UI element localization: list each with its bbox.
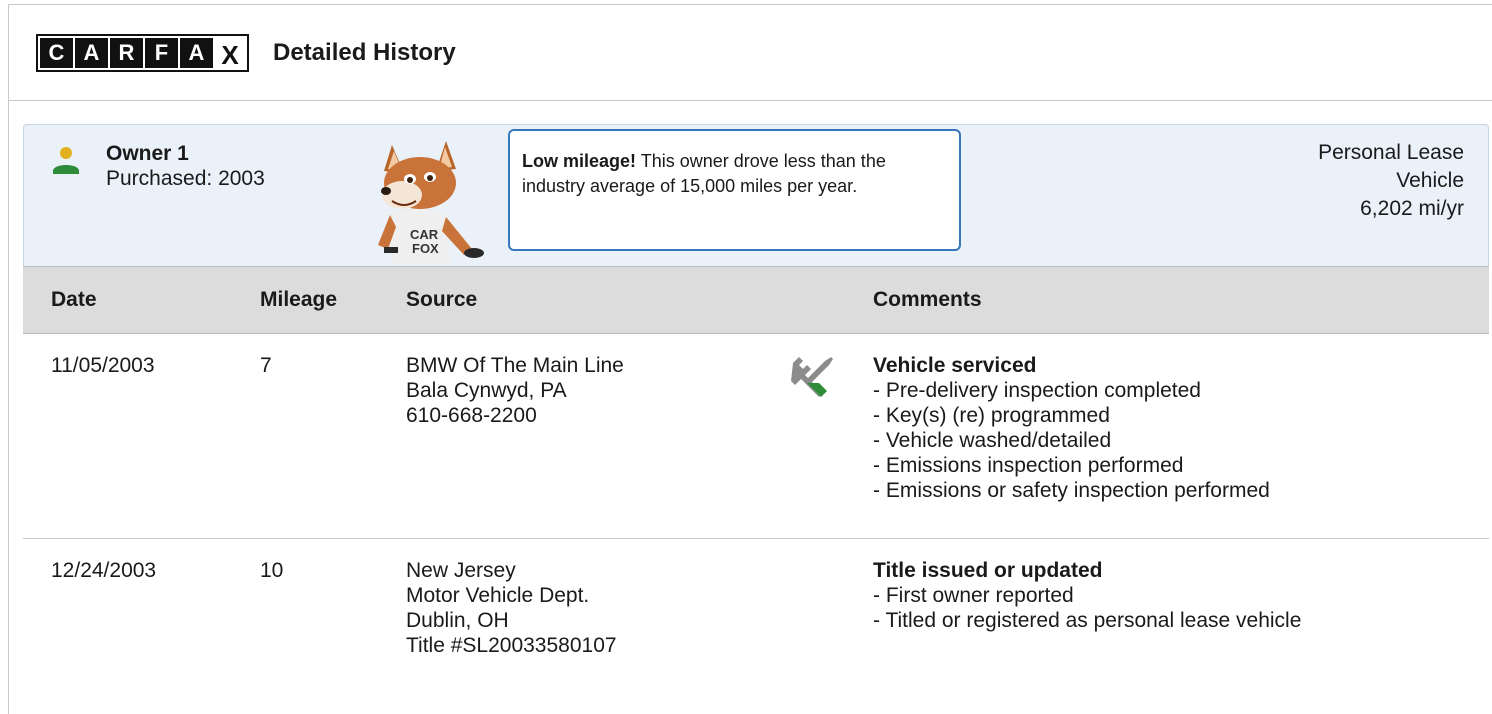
source-line: 610-668-2200 [406,404,537,427]
person-icon [53,147,79,174]
usage-type-line1: Personal Lease [1318,141,1464,164]
owner-title: Owner 1 [106,142,189,165]
logo-letter: A [180,37,213,68]
callout-bold: Low mileage! [522,151,637,171]
comment-item: First owner reported [873,583,1301,608]
purchase-year: Purchased: 2003 [106,167,265,190]
source-line: New Jersey [406,559,516,582]
comment-title: Title issued or updated [873,559,1103,582]
table-header: Date Mileage Source Comments [23,266,1489,334]
comment-item: Vehicle washed/detailed [873,428,1270,453]
comment-item: Emissions or safety inspection performed [873,478,1270,503]
row-mileage: 7 [260,354,272,377]
comment-item: Titled or registered as personal lease v… [873,608,1301,633]
table-row: 12/24/2003 10 New Jersey Motor Vehicle D… [23,540,1489,714]
comment-item: Key(s) (re) programmed [873,403,1270,428]
source-line: BMW Of The Main Line [406,354,624,377]
usage-type-line2: Vehicle [1396,169,1464,192]
logo-letter: X [221,39,239,70]
column-header-source: Source [406,288,478,311]
carfox-mascot-image: CAR FOX [378,141,484,263]
owner-summary-panel: Owner 1 Purchased: 2003 CAR FOX Low mile… [23,124,1489,266]
service-tools-icon [791,357,833,397]
logo-letter: C [40,37,73,68]
row-mileage: 10 [260,559,284,582]
mileage-rate: 6,202 mi/yr [1360,197,1464,220]
comment-title: Vehicle serviced [873,354,1037,377]
row-source: BMW Of The Main Line Bala Cynwyd, PA 610… [406,353,624,428]
logo-letter: F [145,37,178,68]
detailed-history-section: C A R F A X Detailed History Owner 1 Pur… [8,4,1492,714]
column-header-date: Date [51,288,97,311]
row-comments: Title issued or updated First owner repo… [873,558,1301,633]
logo-letter: A [75,37,108,68]
low-mileage-callout: Low mileage! This owner drove less than … [508,129,961,251]
comment-item: Emissions inspection performed [873,453,1270,478]
row-source: New Jersey Motor Vehicle Dept. Dublin, O… [406,558,617,658]
svg-text:FOX: FOX [412,241,439,256]
row-date: 12/24/2003 [51,559,157,582]
source-line: Dublin, OH [406,609,509,632]
source-line: Title #SL20033580107 [406,634,617,657]
section-title: Detailed History [273,38,456,66]
mascot-shirt-text: CAR [410,227,439,242]
comment-item: Pre-delivery inspection completed [873,378,1270,403]
owner-info: Owner 1 Purchased: 2003 [106,141,265,191]
column-header-comments: Comments [873,288,982,311]
column-header-mileage: Mileage [260,288,338,311]
source-line: Bala Cynwyd, PA [406,379,567,402]
carfax-logo: C A R F A X [36,33,249,72]
owner-usage: Personal Lease Vehicle 6,202 mi/yr [1318,139,1464,223]
row-comments: Vehicle serviced Pre-delivery inspection… [873,353,1270,503]
table-row: 11/05/2003 7 BMW Of The Main Line Bala C… [23,335,1489,539]
row-date: 11/05/2003 [51,354,155,377]
section-header: C A R F A X Detailed History [9,5,1492,101]
source-line: Motor Vehicle Dept. [406,584,590,607]
logo-letter: R [110,37,143,68]
